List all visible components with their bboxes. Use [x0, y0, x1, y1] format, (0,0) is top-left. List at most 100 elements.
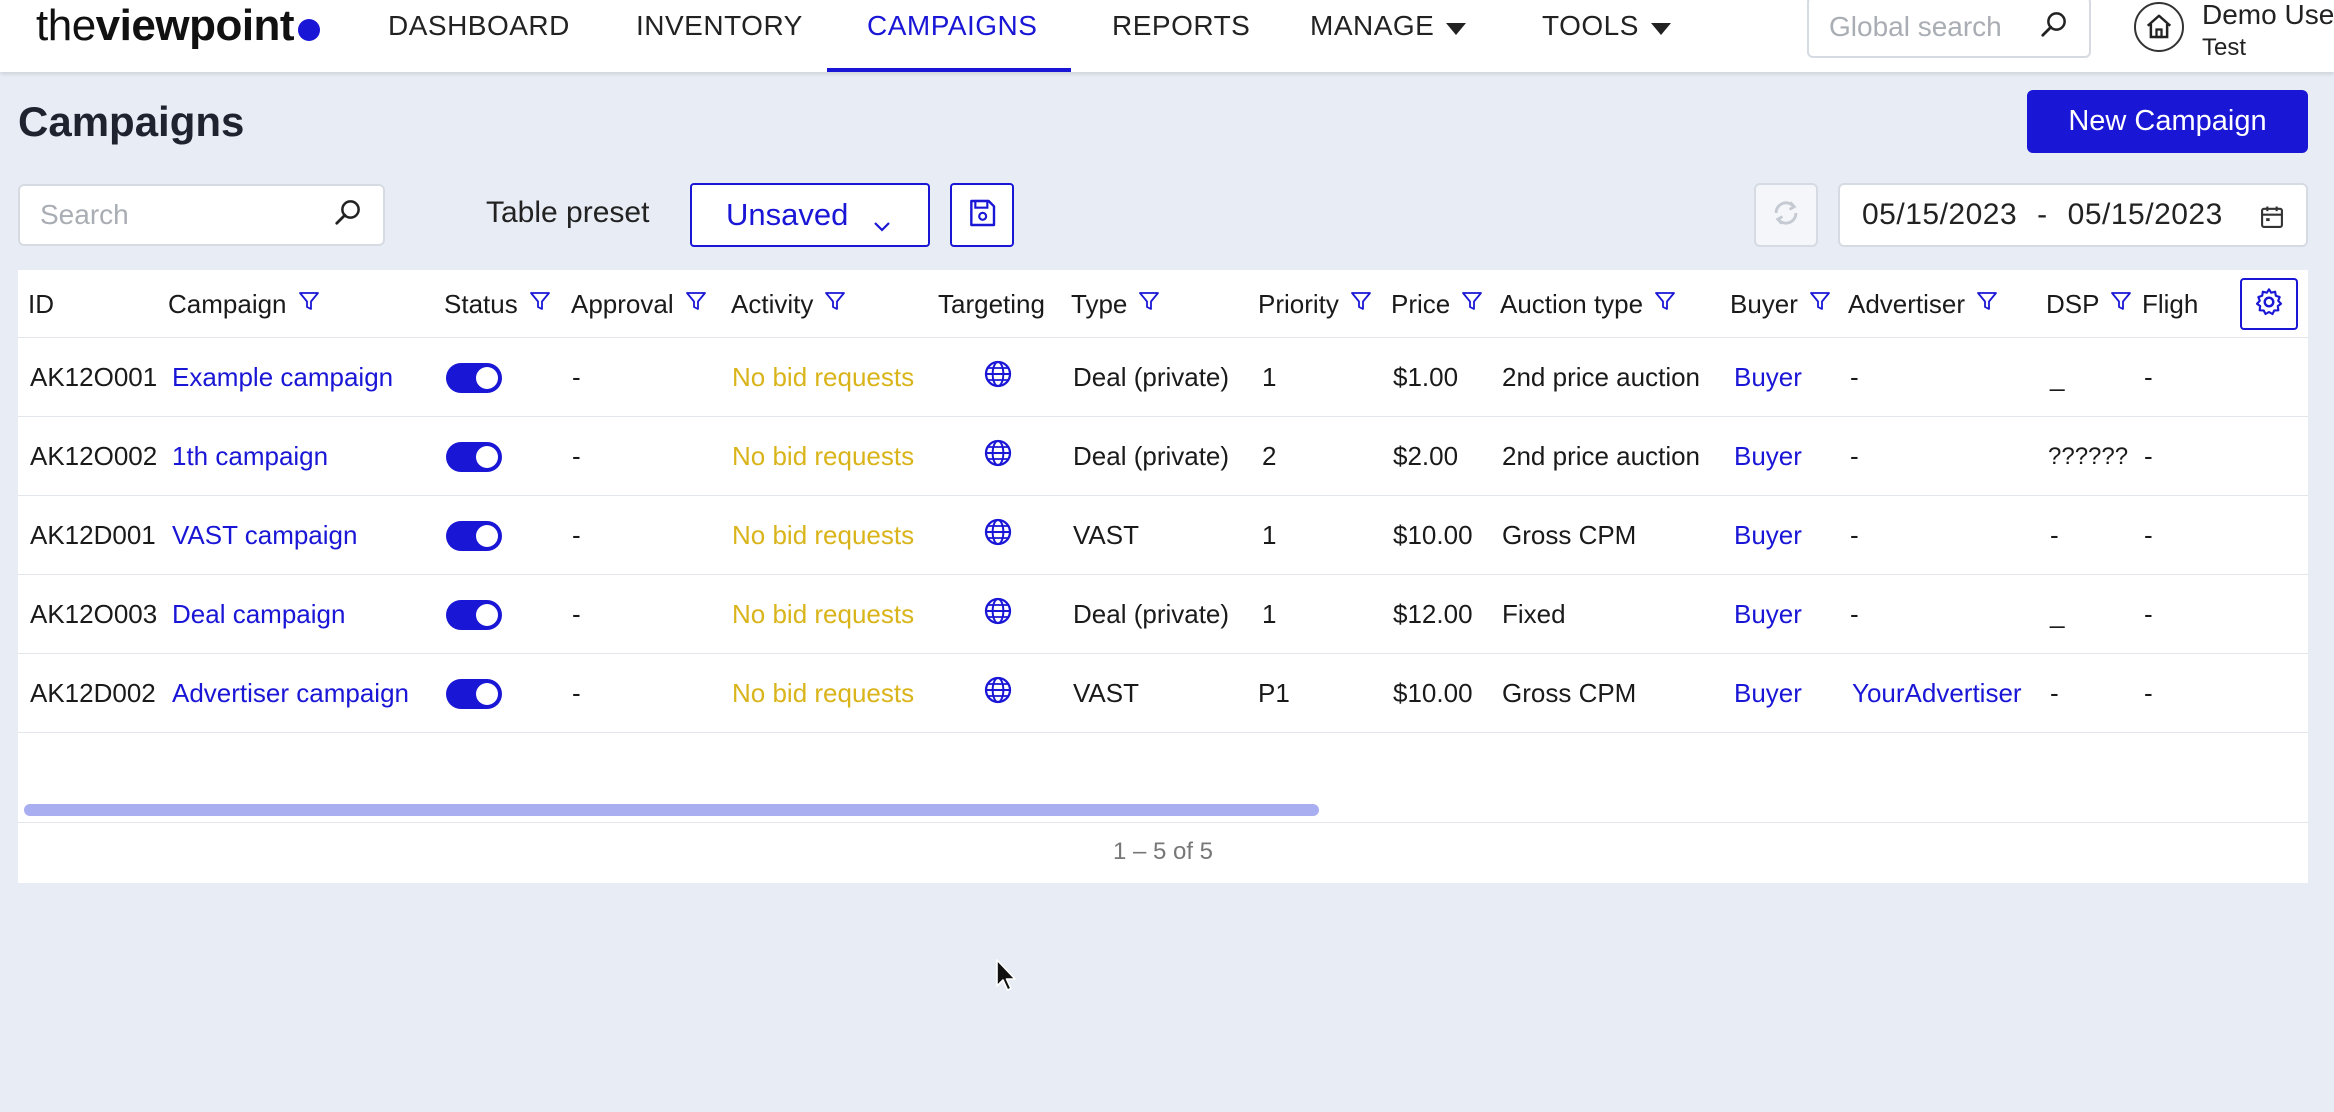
globe-icon[interactable] — [982, 358, 1014, 397]
search-input[interactable]: Search — [18, 184, 385, 246]
status-toggle[interactable] — [446, 599, 502, 630]
col-header-auction-type[interactable]: Auction type — [1500, 270, 1677, 338]
top-navbar: the viewpoint DASHBOARD INVENTORY CAMPAIG… — [0, 0, 2334, 72]
filter-icon[interactable] — [2109, 289, 2133, 320]
status-toggle[interactable] — [446, 520, 502, 551]
cell-campaign-link[interactable]: Example campaign — [172, 338, 393, 417]
cell-campaign-link[interactable]: 1th campaign — [172, 417, 328, 496]
cell-targeting — [982, 338, 1014, 417]
table-row[interactable]: AK12O003 Deal campaign - No bid requests… — [18, 575, 2308, 654]
cell-dsp: _ — [2050, 362, 2065, 392]
cell-buyer-link[interactable]: Buyer — [1734, 417, 1802, 496]
col-header-type[interactable]: Type — [1071, 270, 1161, 338]
table-row[interactable]: AK12O001 Example campaign - No bid reque… — [18, 338, 2308, 417]
cell-priority: 1 — [1262, 362, 1277, 392]
cell-buyer-link[interactable]: Buyer — [1734, 654, 1802, 733]
cell-targeting — [982, 654, 1014, 733]
globe-icon[interactable] — [982, 437, 1014, 476]
filter-icon[interactable] — [1137, 289, 1161, 320]
nav-manage[interactable]: MANAGE — [1310, 0, 1467, 72]
cell-targeting — [982, 575, 1014, 654]
col-header-buyer[interactable]: Buyer — [1730, 270, 1832, 338]
refresh-button[interactable] — [1754, 183, 1818, 247]
cell-buyer-link[interactable]: Buyer — [1734, 575, 1802, 654]
cell-price: $2.00 — [1393, 441, 1459, 471]
cell-buyer-link[interactable]: Buyer — [1734, 496, 1802, 575]
nav-reports[interactable]: REPORTS — [1112, 0, 1250, 72]
col-header-targeting[interactable]: Targeting — [938, 270, 1045, 338]
status-toggle[interactable] — [446, 441, 502, 472]
cell-campaign-link[interactable]: VAST campaign — [172, 496, 357, 575]
cell-status — [446, 417, 502, 496]
col-header-campaign[interactable]: Campaign — [168, 270, 321, 338]
status-toggle[interactable] — [446, 678, 502, 709]
save-preset-button[interactable] — [950, 183, 1014, 247]
cell-targeting — [982, 496, 1014, 575]
col-header-price[interactable]: Price — [1391, 270, 1484, 338]
col-header-approval[interactable]: Approval — [571, 270, 708, 338]
filter-icon[interactable] — [1349, 289, 1373, 320]
filter-icon[interactable] — [684, 289, 708, 320]
logo-text-thin: the — [36, 1, 96, 50]
filter-icon[interactable] — [1975, 289, 1999, 320]
table-row[interactable]: AK12D001 VAST campaign - No bid requests… — [18, 496, 2308, 575]
cell-activity: No bid requests — [732, 678, 915, 708]
filter-icon[interactable] — [528, 289, 552, 320]
nav-tools[interactable]: TOOLS — [1542, 0, 1671, 72]
user-name[interactable]: Demo Use — [2202, 0, 2334, 30]
cell-auction-type: Gross CPM — [1502, 520, 1637, 550]
filter-icon[interactable] — [297, 289, 321, 320]
table-preset-select[interactable]: Unsaved — [690, 183, 930, 247]
cell-campaign-link[interactable]: Advertiser campaign — [172, 654, 409, 733]
col-header-status[interactable]: Status — [444, 270, 552, 338]
col-header-id[interactable]: ID — [28, 270, 54, 338]
status-toggle[interactable] — [446, 362, 502, 393]
cell-campaign-link[interactable]: Deal campaign — [172, 575, 345, 654]
logo-dot-icon — [298, 19, 321, 41]
nav-manage-label: MANAGE — [1310, 10, 1435, 41]
globe-icon[interactable] — [982, 674, 1014, 713]
search-placeholder: Search — [40, 199, 129, 230]
table-preset-value: Unsaved — [726, 197, 849, 232]
global-search-input[interactable]: Global search — [1807, 0, 2091, 58]
global-search-placeholder: Global search — [1829, 11, 2002, 42]
col-header-dsp[interactable]: DSP — [2046, 270, 2133, 338]
date-range-picker[interactable]: 05/15/2023 - 05/15/2023 — [1838, 183, 2308, 247]
gear-icon — [2253, 286, 2285, 323]
nav-campaigns[interactable]: CAMPAIGNS — [867, 0, 1037, 72]
cell-buyer-link[interactable]: Buyer — [1734, 338, 1802, 417]
col-header-priority[interactable]: Priority — [1258, 270, 1373, 338]
table-settings-button[interactable] — [2240, 278, 2298, 330]
cell-type: Deal (private) — [1073, 599, 1230, 629]
date-to: 05/15/2023 — [2067, 198, 2223, 231]
nav-active-indicator — [827, 68, 1071, 72]
nav-dashboard[interactable]: DASHBOARD — [388, 0, 570, 72]
campaigns-table: ID Campaign Status Approval Activity Tar… — [18, 270, 2308, 883]
nav-inventory[interactable]: INVENTORY — [636, 0, 803, 72]
cell-dsp: ?????? — [2048, 442, 2129, 470]
table-row[interactable]: AK12D002 Advertiser campaign - No bid re… — [18, 654, 2308, 733]
col-header-activity[interactable]: Activity — [731, 270, 847, 338]
col-header-advertiser[interactable]: Advertiser — [1848, 270, 1999, 338]
cell-id: AK12O001 — [30, 362, 158, 392]
calendar-icon[interactable] — [2258, 203, 2286, 239]
filter-icon[interactable] — [1460, 289, 1484, 320]
filter-icon[interactable] — [1653, 289, 1677, 320]
col-header-flight[interactable]: Fligh — [2142, 270, 2212, 338]
new-campaign-button[interactable]: New Campaign — [2027, 90, 2308, 153]
horizontal-scrollbar[interactable] — [24, 804, 1319, 816]
filter-icon[interactable] — [823, 289, 847, 320]
table-row[interactable]: AK12O002 1th campaign - No bid requests … — [18, 417, 2308, 496]
cell-flight: - — [2144, 441, 2153, 471]
cell-priority: P1 — [1258, 678, 1290, 708]
home-icon[interactable] — [2134, 2, 2184, 52]
cell-type: VAST — [1073, 678, 1139, 708]
cell-auction-type: 2nd price auction — [1502, 441, 1701, 471]
filter-icon[interactable] — [1808, 289, 1832, 320]
cell-advertiser-link[interactable]: YourAdvertiser — [1852, 654, 2022, 733]
globe-icon[interactable] — [982, 516, 1014, 555]
nav-inventory-label: INVENTORY — [636, 10, 803, 41]
logo[interactable]: the viewpoint — [36, 0, 321, 52]
globe-icon[interactable] — [982, 595, 1014, 634]
cell-activity: No bid requests — [732, 520, 915, 550]
